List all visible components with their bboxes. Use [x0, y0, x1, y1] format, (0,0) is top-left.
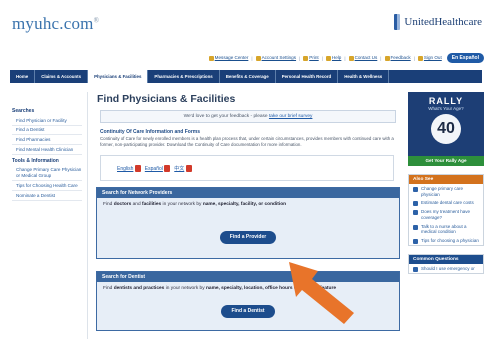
dentist-panel-title: Search for Dentist: [97, 272, 399, 283]
sidebar-heading-tools: Tools & Information: [12, 157, 59, 164]
sidebar-heading-searches: Searches: [12, 108, 35, 114]
bullet-icon: [413, 187, 418, 192]
coc-link-espanol[interactable]: Español: [145, 164, 171, 172]
bullet-icon: [413, 224, 418, 230]
find-provider-button[interactable]: Find a Provider: [219, 230, 277, 244]
sign-out-icon: [417, 55, 423, 61]
common-questions-box: Common Questions Should I use emergency …: [408, 253, 484, 274]
sidebar-item-nominate-dentist[interactable]: Nominate a Dentist: [12, 191, 82, 201]
network-panel-title: Search for Network Providers: [97, 188, 399, 199]
utility-link-message-center[interactable]: Message Center: [208, 55, 248, 61]
tab-physicians-facilities[interactable]: Physicians & Facilities: [88, 70, 149, 83]
sidebar-item-find-mental-health[interactable]: Find Mental Health Clinician: [12, 145, 82, 155]
find-dentist-button[interactable]: Find a Dentist: [221, 304, 275, 318]
coc-language-links: English Español 中文: [100, 155, 394, 182]
also-see-item[interactable]: Estimate dental care costs: [409, 198, 483, 207]
sidebar-item-find-physician[interactable]: Find Physician or Facility: [12, 116, 82, 126]
sidebar-item-tips-health-care[interactable]: Tips for Choosing Health Care: [12, 181, 82, 192]
feedback-banner: We'd love to get your feedback - please …: [100, 110, 396, 123]
coc-link-english[interactable]: English: [117, 164, 141, 172]
bullet-icon: [413, 210, 418, 216]
pdf-icon: [164, 164, 171, 172]
rally-promo[interactable]: RALLY What's Your Age? 40 Get Your Rally…: [408, 92, 484, 166]
dentist-panel: Search for Dentist Find dentists and pra…: [96, 271, 400, 332]
network-provider-panel: Search for Network Providers Find doctor…: [96, 187, 400, 260]
sidebar: Searches Find Physician or Facility Find…: [12, 105, 82, 201]
bullet-icon: [413, 238, 418, 244]
common-questions-title: Common Questions: [409, 254, 483, 264]
also-see-item[interactable]: Talk to a nurse about a medical conditio…: [409, 222, 483, 236]
sidebar-item-change-pcp[interactable]: Change Primary Care Physician or Medical…: [12, 166, 82, 182]
utility-link-help[interactable]: Help: [325, 55, 341, 61]
rally-cta[interactable]: Get Your Rally Age: [408, 156, 484, 166]
help-icon: [325, 55, 331, 61]
also-see-item[interactable]: Does my treatment have coverage?: [409, 207, 483, 221]
settings-icon: [255, 55, 261, 61]
main-content: Find Physicians & Facilities We'd love t…: [96, 93, 400, 332]
right-column: RALLY What's Your Age? 40 Get Your Rally…: [408, 92, 484, 274]
phone-icon: [348, 55, 354, 61]
coc-link-chinese[interactable]: 中文: [174, 165, 192, 173]
rally-age-value: 40: [431, 114, 461, 144]
survey-link[interactable]: take our brief survey: [269, 114, 312, 119]
also-see-title: Also See: [409, 175, 483, 184]
tab-benefits-coverage[interactable]: Benefits & Coverage: [220, 70, 276, 83]
uhc-shield-icon: [394, 14, 401, 30]
pdf-icon: [134, 164, 141, 172]
sidebar-item-find-dentist[interactable]: Find a Dentist: [12, 126, 82, 136]
tab-home[interactable]: Home: [10, 70, 36, 83]
coc-heading: Continuity Of Care Information and Forms: [100, 129, 201, 135]
bullet-icon: [413, 266, 418, 272]
bullet-icon: [413, 201, 418, 207]
unitedhealthcare-logo: UnitedHealthcare: [394, 14, 482, 30]
common-question-item[interactable]: Should I use emergency or: [409, 264, 483, 273]
page-title: Find Physicians & Facilities: [97, 93, 236, 105]
utility-link-account-settings[interactable]: Account Settings: [255, 55, 296, 61]
utility-link-print[interactable]: Print: [303, 55, 319, 61]
tab-pharmacies-prescriptions[interactable]: Pharmacies & Prescriptions: [148, 70, 220, 83]
coc-description: Continuity of Care for newly enrolled me…: [100, 136, 394, 147]
envelope-icon: [208, 55, 214, 61]
printer-icon: [303, 55, 309, 61]
utility-link-sign-out[interactable]: Sign Out: [417, 55, 442, 61]
utility-link-contact-us[interactable]: Contact Us: [348, 55, 377, 61]
tab-health-wellness[interactable]: Health & Wellness: [338, 70, 390, 83]
pdf-icon: [185, 165, 192, 173]
page: myuhc.com® UnitedHealthcare Message Cent…: [0, 0, 492, 339]
tab-claims-accounts[interactable]: Claims & Accounts: [35, 70, 89, 83]
myuhc-logo[interactable]: myuhc.com®: [12, 14, 99, 34]
also-see-item[interactable]: Tips for choosing a physician: [409, 236, 483, 245]
espanol-button[interactable]: En Español: [446, 53, 484, 63]
also-see-box: Also See Change primary care physician E…: [408, 174, 484, 246]
feedback-icon: [384, 55, 390, 61]
main-nav: Home Claims & Accounts Physicians & Faci…: [10, 70, 482, 83]
rally-title: RALLY: [428, 96, 464, 106]
tab-personal-health-record[interactable]: Personal Health Record: [276, 70, 339, 83]
utility-links: Message Center | Account Settings | Print |…: [208, 53, 484, 63]
rally-subtitle: What's Your Age?: [428, 106, 464, 111]
utility-link-feedback[interactable]: Feedback: [384, 55, 411, 61]
sidebar-item-find-pharmacies[interactable]: Find Pharmacies: [12, 135, 82, 146]
sidebar-divider: [87, 92, 88, 339]
also-see-item[interactable]: Change primary care physician: [409, 184, 483, 198]
